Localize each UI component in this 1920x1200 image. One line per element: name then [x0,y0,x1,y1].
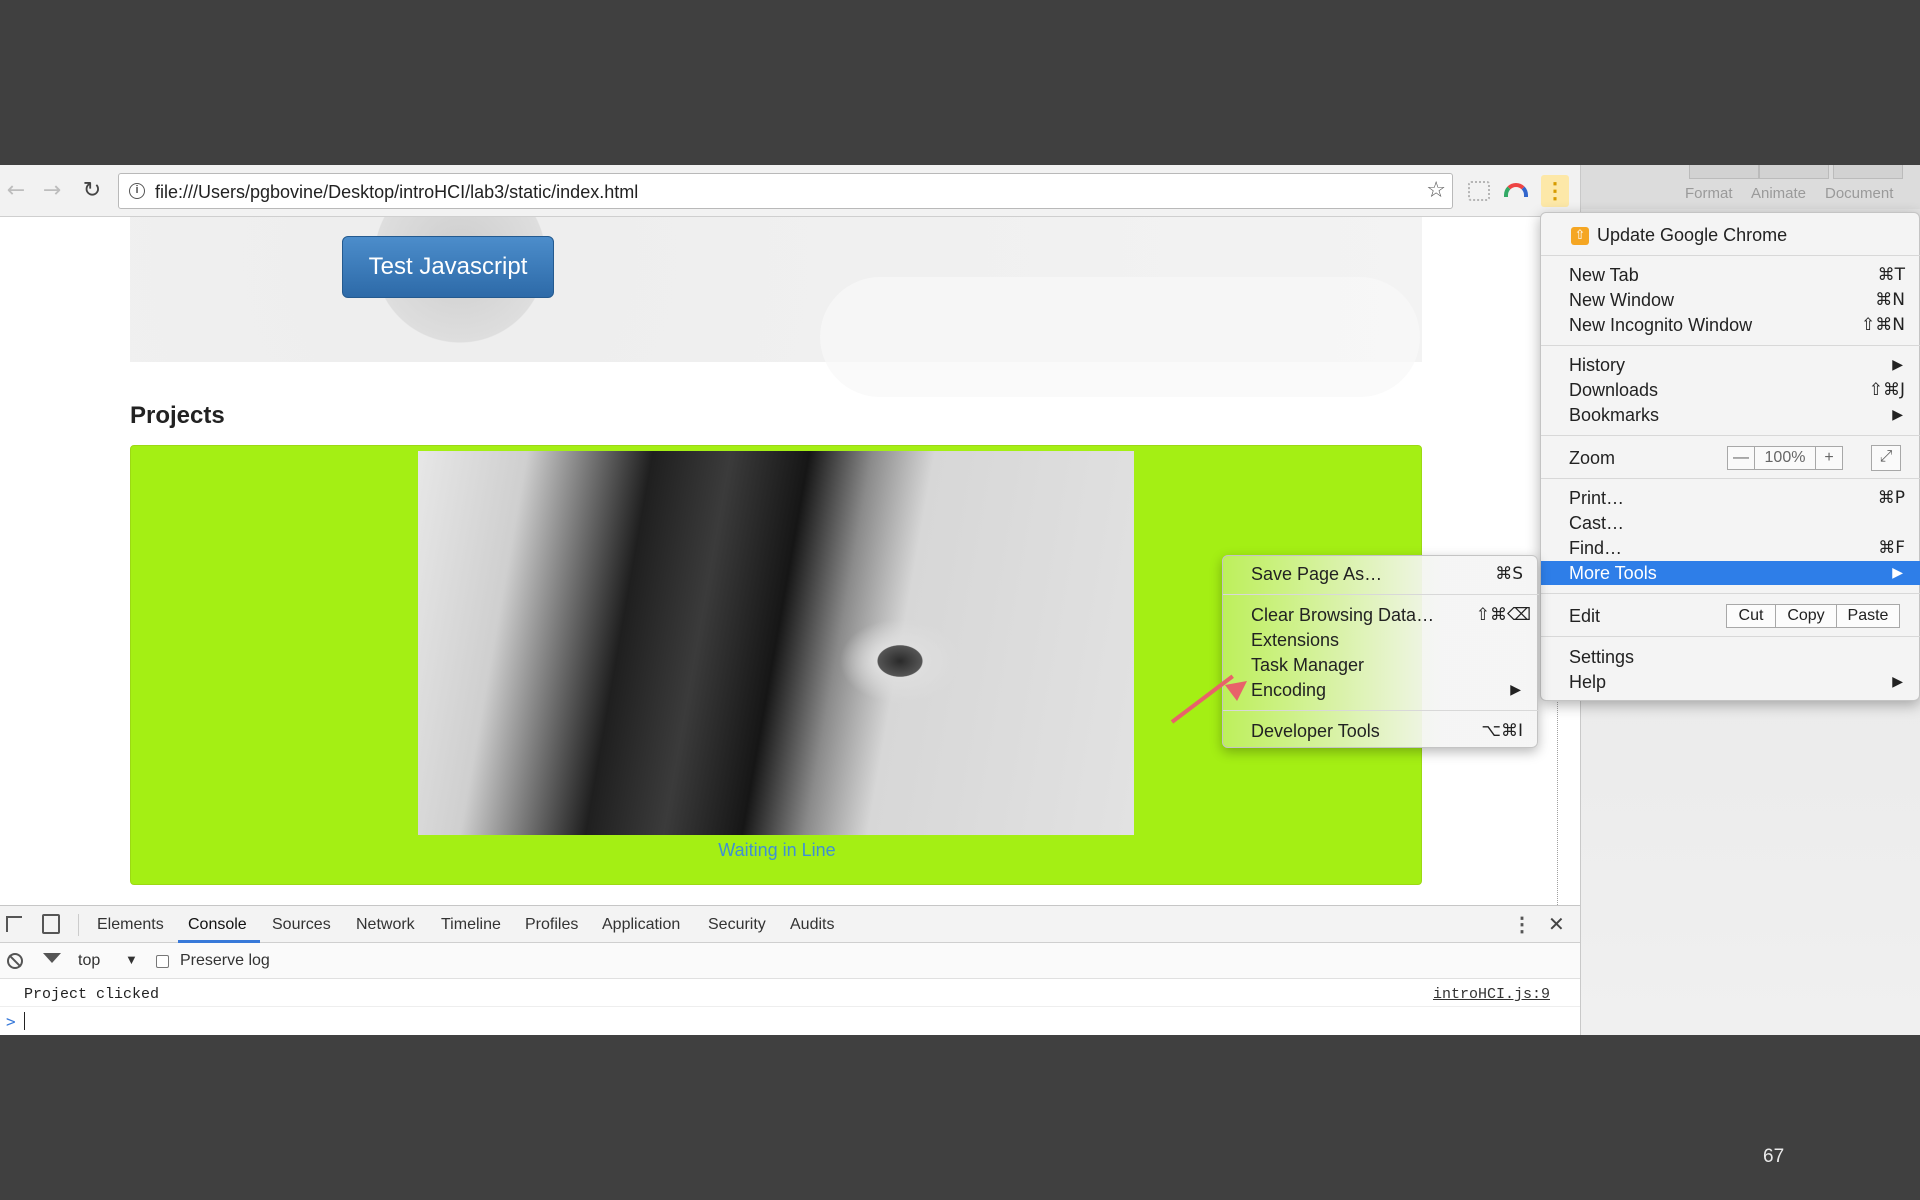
menu-separator [1541,593,1920,594]
rainbow-extension-icon[interactable] [1504,183,1528,197]
menu-item-zoom: Zoom — 100% + ⤢ [1541,445,1920,471]
menu-item-encoding[interactable]: Encoding ▶ [1223,678,1539,702]
side-tab-animate[interactable]: Animate [1751,185,1806,202]
devtools-close-icon[interactable]: ✕ [1548,912,1565,936]
clear-console-icon[interactable] [7,953,23,969]
tab-audits[interactable]: Audits [790,916,834,934]
tab-profiles[interactable]: Profiles [525,916,578,934]
project-image[interactable] [418,451,1134,835]
fullscreen-icon[interactable]: ⤢ [1871,445,1901,471]
side-tab-format[interactable]: Format [1685,185,1733,202]
menu-item-history[interactable]: History ▶ [1541,353,1920,377]
menu-item-bookmarks[interactable]: Bookmarks ▶ [1541,403,1920,427]
inspect-element-icon[interactable] [6,916,22,932]
submenu-arrow-icon: ▶ [1510,682,1521,698]
menu-item-extensions[interactable]: Extensions [1223,628,1539,652]
test-javascript-button[interactable]: Test Javascript [342,236,554,298]
tab-timeline[interactable]: Timeline [441,916,501,934]
menu-separator [1541,435,1920,436]
console-prompt-icon: > [6,1012,16,1031]
zoom-in-button[interactable]: + [1815,446,1843,470]
menu-separator [1541,345,1920,346]
tab-elements[interactable]: Elements [97,916,164,934]
document-icon [1833,165,1903,179]
info-icon[interactable]: i [129,183,145,199]
device-mode-icon[interactable] [42,914,60,934]
menu-item-settings[interactable]: Settings [1541,645,1920,669]
menu-item-more-tools[interactable]: More Tools ▶ [1541,561,1920,585]
menu-item-edit: Edit Cut Copy Paste [1541,604,1920,628]
console-log-source-link[interactable]: introHCI.js:9 [1433,986,1550,1003]
devtools-menu-icon[interactable]: ⋮ [1512,912,1532,937]
jumbotron-background-image [820,277,1420,397]
filter-icon[interactable] [43,953,61,963]
side-toolbar: Format Animate Document [1581,165,1920,209]
menu-separator [1541,255,1920,256]
menu-item-developer-tools[interactable]: Developer Tools ⌥⌘I [1223,719,1539,743]
side-tab-document[interactable]: Document [1825,185,1893,202]
menu-item-help[interactable]: Help ▶ [1541,670,1920,694]
tab-console[interactable]: Console [188,916,247,934]
menu-item-new-tab[interactable]: New Tab ⌘T [1541,263,1920,287]
bookmark-star-icon[interactable]: ☆ [1426,178,1446,203]
jumbotron: Test Javascript [130,217,1422,397]
animate-icon [1759,165,1829,179]
submenu-arrow-icon: ▶ [1892,357,1903,373]
menu-item-new-window[interactable]: New Window ⌘N [1541,288,1920,312]
tab-network[interactable]: Network [356,916,415,934]
context-selector[interactable]: top [78,952,100,970]
menu-item-clear-browsing-data[interactable]: Clear Browsing Data… ⇧⌘⌫ [1223,603,1539,627]
console-input[interactable] [24,1012,25,1030]
devtools-panel: Elements Console Sources Network Timelin… [0,905,1580,1035]
browser-toolbar: ← → ↻ i file:///Users/pgbovine/Desktop/i… [0,165,1580,217]
menu-separator [1223,594,1539,595]
console-log-row: Project clicked introHCI.js:9 [0,979,1580,1007]
tab-sources[interactable]: Sources [272,916,331,934]
menu-item-find[interactable]: Find… ⌘F [1541,536,1920,560]
more-tools-submenu: Save Page As… ⌘S Clear Browsing Data… ⇧⌘… [1222,555,1539,748]
submenu-arrow-icon: ▶ [1892,565,1903,581]
preserve-log-checkbox[interactable] [156,955,169,968]
projects-heading: Projects [130,402,225,429]
devtools-tab-bar: Elements Console Sources Network Timelin… [0,906,1580,943]
context-dropdown-arrow-icon[interactable]: ▼ [125,952,138,967]
address-bar[interactable]: i file:///Users/pgbovine/Desktop/introHC… [118,173,1453,209]
menu-separator [1223,710,1539,711]
url-text[interactable]: file:///Users/pgbovine/Desktop/introHCI/… [155,182,638,203]
menu-item-update-chrome[interactable]: ⇧ Update Google Chrome [1541,223,1920,247]
menu-item-print[interactable]: Print… ⌘P [1541,486,1920,510]
update-arrow-icon: ⇧ [1571,227,1589,245]
menu-item-cast[interactable]: Cast… [1541,511,1920,535]
console-log-message: Project clicked [24,986,160,1003]
paste-button[interactable]: Paste [1836,604,1900,628]
screenshot: ← → ↻ i file:///Users/pgbovine/Desktop/i… [0,165,1920,1035]
zoom-out-button[interactable]: — [1727,446,1755,470]
extension-icon[interactable] [1468,181,1490,201]
menu-separator [1541,636,1920,637]
cut-button[interactable]: Cut [1726,604,1776,628]
toolbar-divider [78,914,79,936]
chrome-menu-icon[interactable]: ⋮ [1541,175,1569,207]
forward-arrow-icon[interactable]: → [38,177,66,205]
reload-icon[interactable]: ↻ [78,177,106,205]
submenu-arrow-icon: ▶ [1892,674,1903,690]
format-icon [1689,165,1759,179]
preserve-log-label[interactable]: Preserve log [180,952,270,970]
tab-security[interactable]: Security [708,916,766,934]
menu-item-save-page-as[interactable]: Save Page As… ⌘S [1223,562,1539,586]
menu-item-task-manager[interactable]: Task Manager [1223,653,1539,677]
menu-item-new-incognito-window[interactable]: New Incognito Window ⇧⌘N [1541,313,1920,337]
tab-application[interactable]: Application [602,916,680,934]
back-arrow-icon[interactable]: ← [2,177,30,205]
menu-separator [1541,478,1920,479]
zoom-level: 100% [1754,446,1816,470]
console-filter-bar: top ▼ Preserve log [0,943,1580,979]
chrome-main-menu: ⇧ Update Google Chrome New Tab ⌘T New Wi… [1540,212,1920,701]
slide-number: 67 [1763,1146,1785,1167]
menu-item-downloads[interactable]: Downloads ⇧⌘J [1541,378,1920,402]
submenu-arrow-icon: ▶ [1892,407,1903,423]
copy-button[interactable]: Copy [1775,604,1837,628]
project-caption-link[interactable]: Waiting in Line [131,840,1423,861]
